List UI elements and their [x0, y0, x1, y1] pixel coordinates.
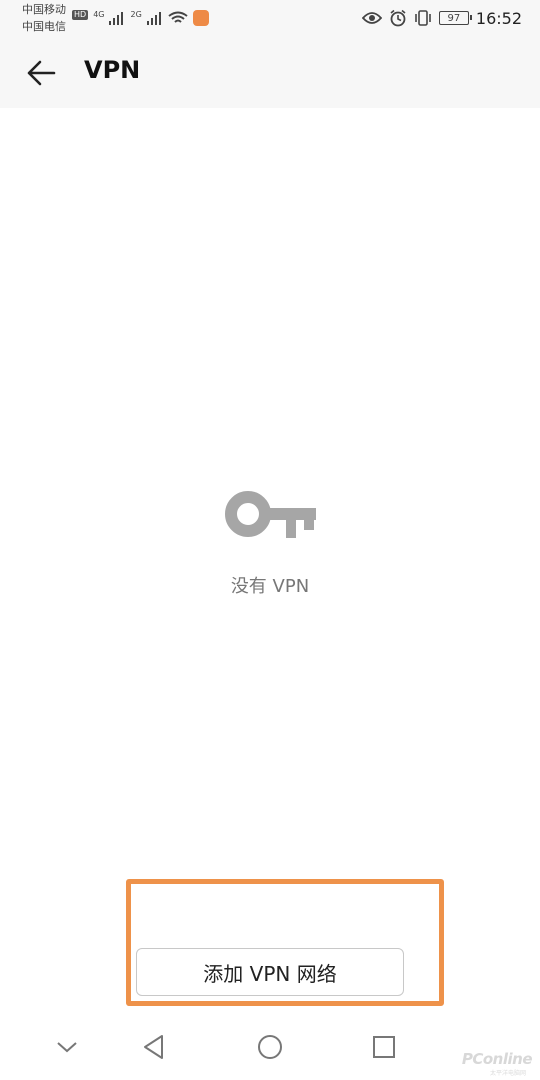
signal-icon — [109, 12, 124, 25]
nav-recents-button[interactable] — [367, 1030, 401, 1064]
network-type-1: 4G — [93, 9, 105, 19]
status-icons-left: HD 4G 2G — [72, 8, 209, 28]
carrier-1-label: 中国移动 — [22, 3, 66, 16]
nav-home-button[interactable] — [253, 1030, 287, 1064]
eye-icon — [361, 12, 382, 24]
network-type-2: 2G — [130, 9, 142, 19]
carrier-2-label: 中国电信 — [22, 20, 66, 33]
watermark-sub: 太平洋电脑网 — [489, 1070, 526, 1077]
nav-back-button[interactable] — [137, 1030, 171, 1064]
add-vpn-button[interactable]: 添加 VPN 网络 — [136, 948, 404, 996]
home-icon — [258, 1035, 282, 1059]
page-title: VPN — [84, 56, 141, 84]
status-bar: 中国移动 中国电信 HD 4G 2G 97 16:52 — [0, 0, 540, 36]
clock-time: 16:52 — [475, 8, 522, 28]
vibrate-icon — [415, 10, 431, 26]
back-icon — [144, 1035, 163, 1059]
hd-badge: HD — [72, 10, 89, 20]
app-bar: VPN — [0, 36, 540, 108]
status-icons-right: 97 16:52 — [361, 7, 522, 29]
collapse-button[interactable] — [50, 1030, 84, 1064]
key-icon — [225, 491, 316, 538]
collapse-icon — [57, 1042, 77, 1053]
wifi-icon — [168, 11, 188, 23]
recents-icon — [373, 1036, 395, 1058]
signal-icon — [146, 12, 161, 25]
empty-state-text: 没有 VPN — [230, 576, 310, 597]
watermark-brand: PConline — [461, 1050, 533, 1068]
app-notification-icon — [192, 10, 209, 26]
alarm-icon — [390, 9, 406, 27]
back-button[interactable] — [20, 54, 62, 92]
battery-icon: 97 — [438, 11, 472, 25]
back-arrow-icon — [27, 60, 56, 86]
navigation-bar — [0, 1010, 540, 1080]
